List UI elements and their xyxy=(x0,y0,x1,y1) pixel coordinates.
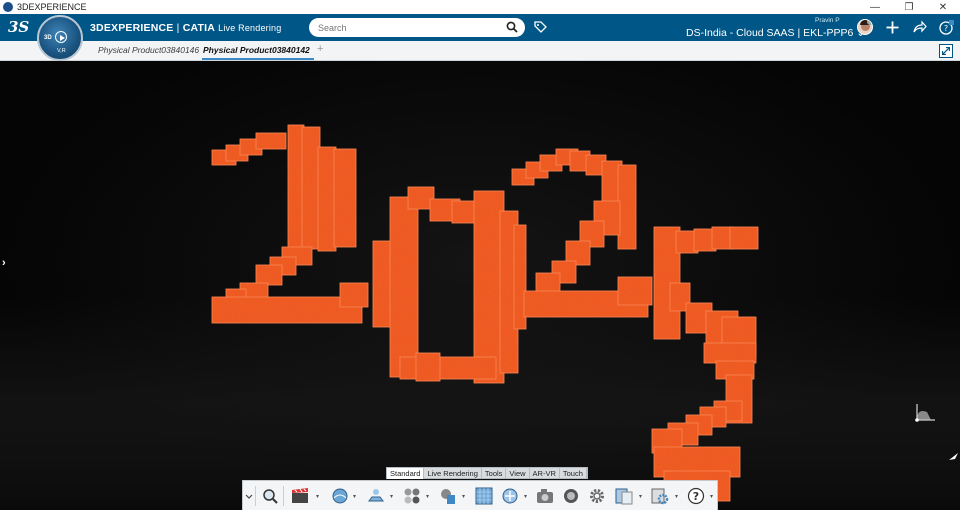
chevron-down-icon[interactable]: ▾ xyxy=(426,493,429,500)
axis-triad-icon[interactable] xyxy=(911,400,939,424)
block xyxy=(415,352,441,382)
tab-ar-vr[interactable]: AR-VR xyxy=(530,468,560,479)
compass-3d-label: 3D xyxy=(44,35,52,41)
block xyxy=(211,296,363,324)
app-window: 3DEXPERIENCE — ❐ ✕ 3S 3DEXPERIENCE | CAT… xyxy=(0,0,960,510)
action-bar-tabs: Standard Live Rendering Tools View AR-VR… xyxy=(386,467,588,479)
chevron-down-icon[interactable]: ▾ xyxy=(675,493,678,500)
block xyxy=(617,164,637,250)
tab-tools[interactable]: Tools xyxy=(482,468,507,479)
app-name: CATIA xyxy=(182,22,215,34)
chevron-down-icon[interactable]: ▾ xyxy=(353,493,356,500)
action-bar: ▾ ▾ ▾ ▾ ▾ ▾ ▾ ▾ ? ▾ xyxy=(242,480,718,510)
tab-view[interactable]: View xyxy=(506,468,530,479)
tenant-selector[interactable]: DS-India - Cloud SAAS | EKL-PPP6 ⌄ xyxy=(686,27,865,39)
close-button[interactable]: ✕ xyxy=(926,0,960,14)
toolbar-separator xyxy=(283,486,284,506)
active-tab-indicator xyxy=(202,58,314,60)
top-header-bar: 3S 3DEXPERIENCE | CATIA Live Rendering P… xyxy=(0,14,960,41)
tenant-label: DS-India - Cloud SAAS | EKL-PPP6 xyxy=(686,27,854,39)
svg-text:?: ? xyxy=(944,24,948,33)
scene-tree-icon[interactable] xyxy=(615,487,633,505)
scene-canvas xyxy=(0,124,960,510)
chevron-down-icon[interactable]: ▾ xyxy=(390,493,393,500)
restore-button[interactable]: ❐ xyxy=(892,0,926,14)
window-title: 3DEXPERIENCE xyxy=(17,2,87,12)
3d-viewport[interactable]: › Standard Live Rendering Tools View AR-… xyxy=(0,61,960,510)
materials-icon[interactable] xyxy=(403,487,421,505)
ds-logo: 3S xyxy=(8,18,30,36)
block xyxy=(617,276,653,306)
tab-touch[interactable]: Touch xyxy=(560,468,587,479)
block xyxy=(729,226,759,250)
chevron-down-icon[interactable]: ▾ xyxy=(639,493,642,500)
render-sphere-icon[interactable] xyxy=(562,487,580,505)
block xyxy=(703,342,757,364)
add-icon[interactable] xyxy=(885,20,900,35)
role-name: Live Rendering xyxy=(218,23,282,33)
avatar[interactable] xyxy=(857,19,873,35)
block xyxy=(535,272,561,294)
decal-icon[interactable] xyxy=(501,487,519,505)
block xyxy=(317,146,337,252)
block xyxy=(473,190,505,384)
clapperboard-icon[interactable] xyxy=(291,487,309,505)
user-name: Pravin P xyxy=(815,17,840,24)
play-icon[interactable] xyxy=(55,31,67,43)
block xyxy=(255,132,287,150)
block xyxy=(255,264,283,286)
appearance-icon[interactable] xyxy=(438,487,456,505)
resize-handle-icon[interactable] xyxy=(946,449,960,463)
block xyxy=(339,282,369,308)
brand-name: 3DEXPERIENCE xyxy=(90,22,174,34)
chevron-down-icon[interactable]: ▾ xyxy=(524,493,527,500)
help-icon[interactable]: ? xyxy=(939,20,954,35)
tab-physical-product-03840146[interactable]: Physical Product03840146 xyxy=(98,45,199,55)
fullscreen-icon[interactable] xyxy=(939,44,953,58)
settings-gear-icon[interactable] xyxy=(588,487,606,505)
help-icon[interactable]: ? xyxy=(687,487,705,505)
search-icon[interactable] xyxy=(506,21,518,33)
compass-widget[interactable]: 3D V,R xyxy=(37,15,83,61)
tag-icon[interactable] xyxy=(533,20,548,35)
zoom-icon[interactable] xyxy=(261,487,279,505)
app-brand-title: 3DEXPERIENCE | CATIA Live Rendering xyxy=(90,22,281,34)
chevron-down-icon[interactable]: ▾ xyxy=(462,493,465,500)
svg-text:?: ? xyxy=(693,490,699,503)
environment-sphere-icon[interactable] xyxy=(331,487,349,505)
chevron-down-icon[interactable]: ▾ xyxy=(316,493,319,500)
collapse-toolbar-icon[interactable] xyxy=(245,487,253,505)
chevron-down-icon[interactable]: ▾ xyxy=(710,493,713,500)
compass-vr-label: V,R xyxy=(57,48,66,54)
toolbar-separator xyxy=(255,486,256,506)
add-tab-button[interactable]: + xyxy=(317,43,323,55)
block xyxy=(399,356,497,380)
status-badge xyxy=(867,20,872,25)
window-titlebar: 3DEXPERIENCE — ❐ ✕ xyxy=(0,0,960,14)
share-icon[interactable] xyxy=(912,20,927,35)
search-input[interactable] xyxy=(318,20,503,35)
capture-camera-icon[interactable] xyxy=(536,487,554,505)
tab-live-rendering[interactable]: Live Rendering xyxy=(424,468,482,479)
search-box[interactable] xyxy=(309,18,525,37)
ground-lighting-icon[interactable] xyxy=(367,487,385,505)
expand-panel-chevron-icon[interactable]: › xyxy=(2,257,11,269)
document-tab-bar: Physical Product03840146 Physical Produc… xyxy=(0,41,960,61)
minimize-button[interactable]: — xyxy=(858,0,892,14)
properties-gear-icon[interactable] xyxy=(651,487,669,505)
block xyxy=(389,196,419,378)
brand-separator: | xyxy=(173,22,183,34)
texture-grid-icon[interactable] xyxy=(475,487,493,505)
block xyxy=(333,148,357,248)
tab-physical-product-03840142[interactable]: Physical Product03840142 xyxy=(203,45,310,55)
block xyxy=(301,126,321,250)
tab-standard[interactable]: Standard xyxy=(387,468,425,479)
app-icon xyxy=(3,2,13,12)
